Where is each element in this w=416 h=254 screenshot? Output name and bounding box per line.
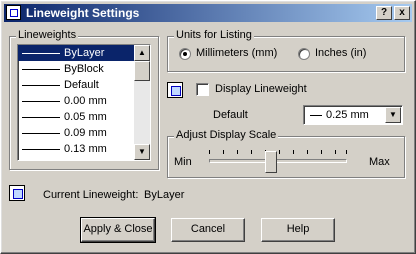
scale-tick	[223, 150, 224, 154]
scale-tick	[237, 150, 238, 154]
current-lineweight-icon	[9, 185, 25, 201]
default-lineweight-value: 0.25 mm	[326, 109, 369, 121]
apply-close-button[interactable]: Apply & Close	[80, 217, 156, 243]
dialog-window: Lineweight Settings ? x Lineweights ByLa…	[0, 0, 416, 254]
current-lineweight-label: Current Lineweight:	[43, 189, 139, 201]
list-item[interactable]: 0.00 mm	[18, 93, 150, 109]
default-lineweight-select[interactable]: 0.25 mm ▼	[303, 105, 403, 125]
help-button[interactable]: Help	[261, 218, 335, 242]
scale-slider-thumb[interactable]	[265, 151, 277, 173]
cancel-button[interactable]: Cancel	[171, 218, 245, 242]
display-lineweight-checkbox[interactable]	[196, 83, 209, 96]
lineweights-listbox[interactable]: ByLayer ByBlock Default 0.00 mm 0.05 mm …	[17, 44, 151, 161]
chevron-down-icon[interactable]: ▼	[385, 107, 401, 123]
window-title: Lineweight Settings	[26, 6, 140, 20]
lineweight-icon	[167, 82, 183, 98]
scale-tick	[335, 150, 336, 154]
scale-max-label: Max	[369, 156, 390, 168]
list-scrollbar[interactable]: ▲ ▼	[134, 45, 150, 160]
units-label: Units for Listing	[174, 29, 254, 41]
millimeters-radio[interactable]	[179, 48, 191, 60]
list-item[interactable]: 0.09 mm	[18, 125, 150, 141]
scale-tick	[251, 150, 252, 154]
current-lineweight-value: ByLayer	[144, 189, 185, 201]
close-icon[interactable]: x	[394, 6, 410, 20]
list-item[interactable]: ByLayer	[18, 45, 150, 61]
list-item[interactable]: Default	[18, 77, 150, 93]
display-scale-label: Adjust Display Scale	[174, 129, 279, 141]
scale-slider-track[interactable]	[209, 159, 347, 163]
list-item[interactable]: ByBlock	[18, 61, 150, 77]
inches-radio[interactable]	[298, 48, 310, 60]
scale-tick	[209, 150, 210, 154]
app-icon	[6, 5, 21, 20]
millimeters-label: Millimeters (mm)	[196, 47, 278, 59]
scale-min-label: Min	[174, 156, 192, 168]
help-title-button[interactable]: ?	[376, 6, 392, 20]
scroll-thumb[interactable]	[134, 61, 150, 81]
scale-tick	[307, 150, 308, 154]
lineweights-label: Lineweights	[16, 29, 79, 41]
default-label: Default	[213, 109, 248, 121]
inches-label: Inches (in)	[315, 47, 367, 59]
scale-tick	[293, 150, 294, 154]
scroll-up-icon[interactable]: ▲	[134, 45, 150, 61]
scale-tick	[321, 150, 322, 154]
display-lineweight-label: Display Lineweight	[215, 83, 307, 95]
list-item[interactable]: 0.13 mm	[18, 141, 150, 157]
scroll-down-icon[interactable]: ▼	[134, 144, 150, 160]
title-bar: Lineweight Settings ? x	[4, 4, 412, 22]
scale-tick	[279, 150, 280, 154]
scale-tick	[346, 150, 347, 154]
list-item[interactable]: 0.05 mm	[18, 109, 150, 125]
